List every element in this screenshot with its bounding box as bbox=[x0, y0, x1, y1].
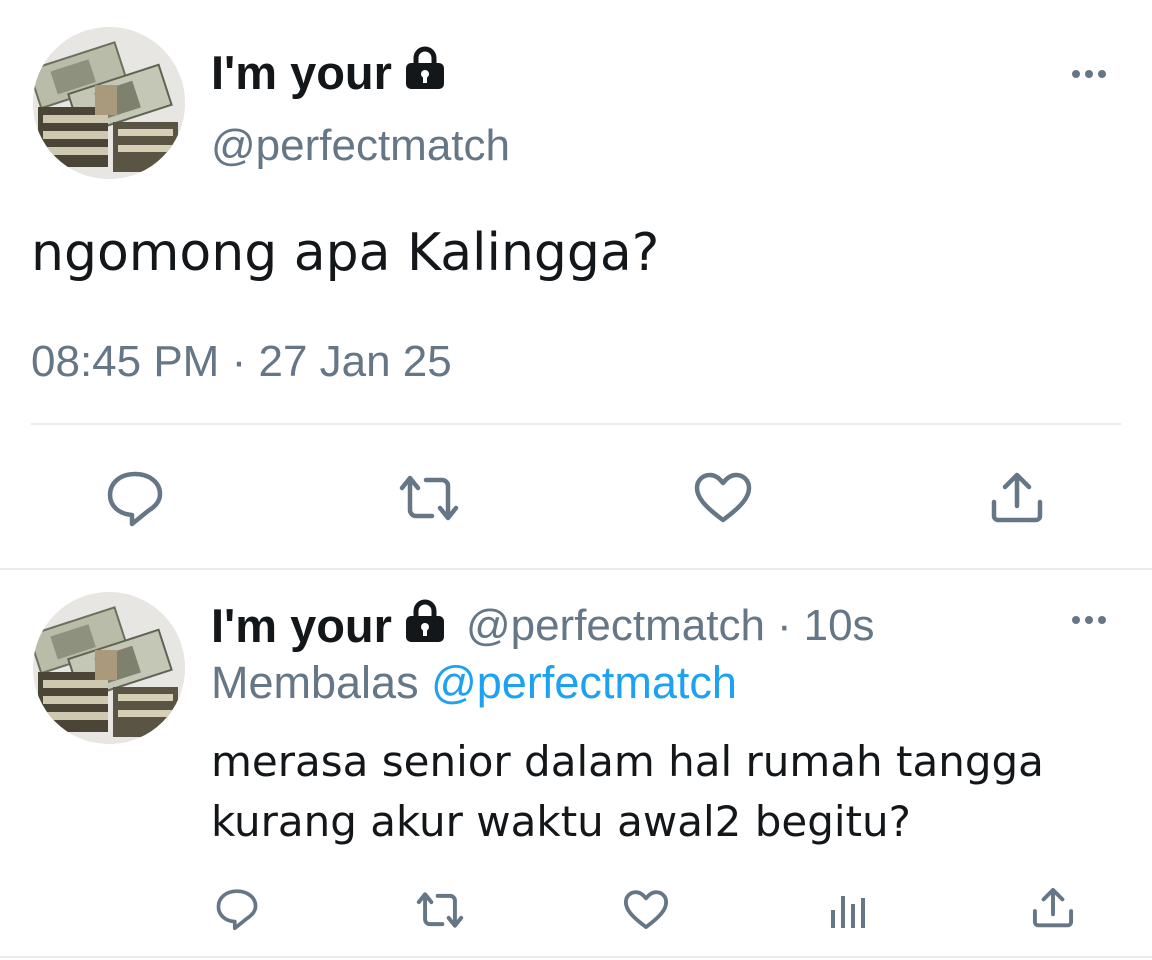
reply-avatar[interactable] bbox=[33, 592, 185, 744]
display-name-text: I'm your bbox=[211, 46, 392, 99]
reply-age[interactable]: 10s bbox=[804, 601, 875, 651]
divider bbox=[0, 956, 1152, 958]
replying-label: Membalas bbox=[211, 657, 419, 708]
reply-text-line: merasa senior dalam hal rumah tangga bbox=[211, 737, 1044, 786]
heart-icon[interactable] bbox=[692, 470, 754, 526]
meta-separator: · bbox=[231, 337, 247, 386]
more-horizontal-icon[interactable] bbox=[1068, 62, 1110, 91]
retweet-icon[interactable] bbox=[414, 888, 466, 932]
retweet-icon[interactable] bbox=[396, 470, 462, 526]
reply-separator: · bbox=[776, 600, 792, 650]
reply-handle[interactable]: @perfectmatch bbox=[466, 601, 765, 651]
tweet-time: 08:45 PM bbox=[31, 337, 220, 386]
divider bbox=[0, 568, 1152, 570]
reply-icon[interactable] bbox=[104, 468, 166, 528]
lock-icon bbox=[402, 597, 448, 654]
replying-to-line: Membalas @perfectmatch bbox=[211, 657, 737, 709]
share-icon[interactable] bbox=[1030, 886, 1076, 930]
reply-icon[interactable] bbox=[214, 886, 260, 932]
replying-to-link[interactable]: @perfectmatch bbox=[431, 657, 737, 708]
reply-header: I'm your @perfectmatch · 10s bbox=[211, 597, 875, 654]
tweet-timestamp[interactable]: 08:45 PM · 27 Jan 25 bbox=[31, 337, 452, 387]
reply-text-line: kurang akur waktu awal2 begitu? bbox=[211, 797, 911, 846]
analytics-icon[interactable] bbox=[828, 890, 870, 930]
divider bbox=[31, 423, 1121, 425]
handle[interactable]: @perfectmatch bbox=[211, 121, 510, 171]
more-horizontal-icon[interactable] bbox=[1068, 608, 1110, 637]
display-name[interactable]: I'm your bbox=[211, 44, 448, 101]
heart-icon[interactable] bbox=[622, 888, 670, 932]
tweet-text: ngomong apa Kalingga? bbox=[31, 223, 660, 283]
lock-icon bbox=[402, 44, 448, 101]
share-icon[interactable] bbox=[988, 470, 1046, 526]
reply-display-name[interactable]: I'm your bbox=[211, 598, 392, 653]
tweet-date: 27 Jan 25 bbox=[258, 337, 452, 386]
reply-text: merasa senior dalam hal rumah tangga kur… bbox=[211, 732, 1044, 852]
avatar[interactable] bbox=[33, 27, 185, 179]
